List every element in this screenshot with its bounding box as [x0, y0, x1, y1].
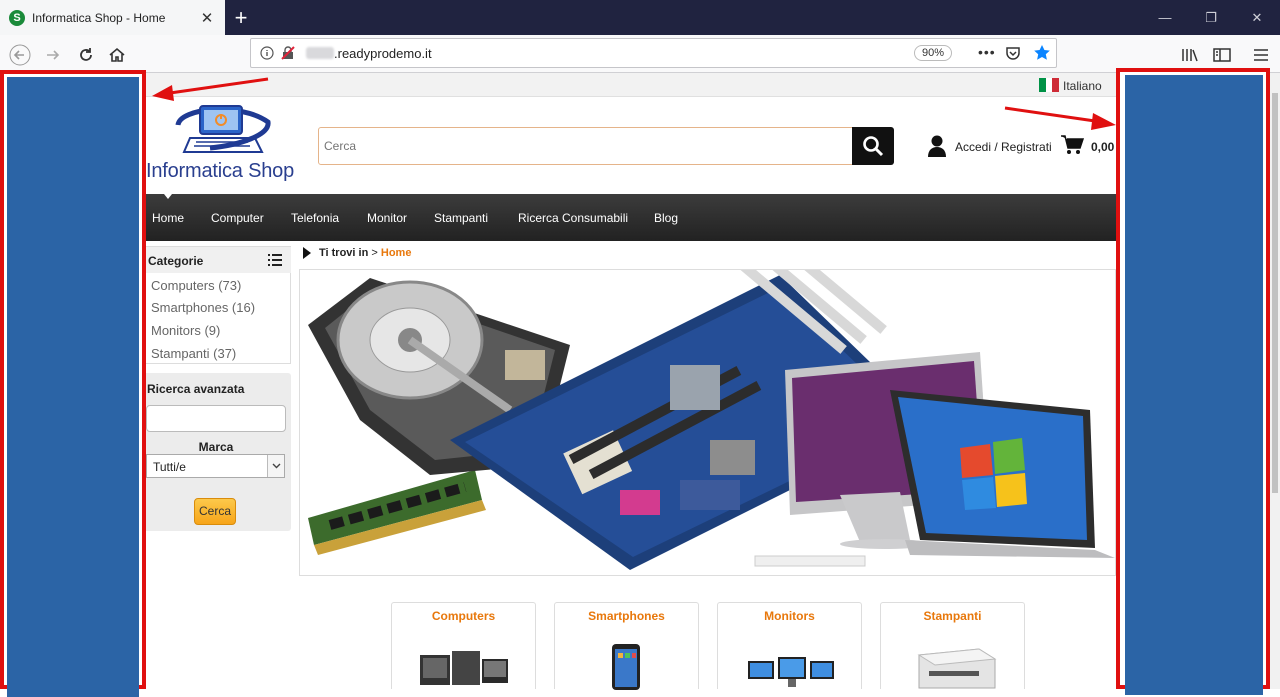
chevron-down-icon[interactable]: [267, 455, 284, 477]
reload-icon[interactable]: [73, 42, 99, 68]
scrollbar-thumb[interactable]: [1272, 93, 1278, 493]
category-card-computers[interactable]: Computers: [391, 602, 536, 689]
language-selector[interactable]: Italiano: [1063, 79, 1102, 93]
left-margin-highlight: [0, 70, 146, 697]
italian-flag-icon[interactable]: [1039, 78, 1060, 92]
category-stampanti[interactable]: Stampanti (37): [151, 346, 236, 361]
computers-illustration: [420, 651, 508, 685]
user-icon[interactable]: [926, 134, 948, 158]
page-scrollbar[interactable]: [1270, 73, 1280, 689]
active-caret-icon: [164, 194, 172, 199]
category-monitors[interactable]: Monitors (9): [151, 323, 220, 338]
back-icon[interactable]: [7, 42, 33, 68]
sidebar-toggle-icon[interactable]: [1209, 42, 1235, 68]
pocket-icon[interactable]: [1005, 45, 1021, 61]
library-icon[interactable]: [1177, 42, 1203, 68]
categories-title: Categorie: [148, 254, 204, 268]
tab-close-icon[interactable]: ✕: [197, 8, 217, 28]
browser-tab-bar: S Informatica Shop - Home ✕ + — ❐ ✕: [0, 0, 1280, 35]
laptop-illustration: [890, 390, 1115, 558]
menu-icon[interactable]: [1248, 42, 1274, 68]
advanced-search-button[interactable]: Cerca: [194, 498, 236, 525]
breadcrumb-arrow-icon: [303, 247, 311, 259]
breadcrumb: Ti trovi in > Home: [319, 247, 411, 259]
category-card-title: Computers: [431, 609, 496, 623]
zoom-level[interactable]: 90%: [914, 45, 952, 61]
category-card-title: Monitors: [764, 609, 815, 623]
login-register-link[interactable]: Accedi / Registrati: [955, 140, 1052, 154]
advanced-search-panel: Ricerca avanzata Marca Tutti/e Cerca: [146, 373, 291, 531]
smartphone-illustration: [612, 644, 640, 690]
nav-ricerca-consumabili[interactable]: Ricerca Consumabili: [518, 211, 628, 225]
nav-monitor[interactable]: Monitor: [367, 211, 407, 225]
insecure-lock-icon: [281, 46, 295, 60]
shop-logo-text[interactable]: Informatica Shop: [146, 160, 294, 183]
right-arrow-annotation-icon: [1004, 106, 1116, 130]
category-card-stampanti[interactable]: Stampanti: [880, 602, 1025, 689]
nav-computer[interactable]: Computer: [211, 211, 264, 225]
browser-tab-active[interactable]: S Informatica Shop - Home ✕: [0, 0, 225, 35]
ram-module-illustration: [308, 470, 486, 555]
breadcrumb-home-link[interactable]: Home: [381, 247, 412, 259]
site-search-button[interactable]: [852, 127, 894, 165]
address-bar[interactable]: .readyprodemo.it 90% •••: [250, 38, 1057, 68]
site-search-input[interactable]: [318, 127, 853, 165]
brand-select[interactable]: Tutti/e: [146, 454, 285, 478]
hero-banner-image[interactable]: [299, 269, 1116, 576]
site-favicon-icon: S: [9, 9, 25, 26]
left-margin-blue-fill: [7, 77, 139, 697]
category-card-smartphones[interactable]: Smartphones: [554, 602, 699, 690]
category-card-monitors[interactable]: Monitors: [717, 602, 862, 689]
close-window-icon[interactable]: ✕: [1234, 0, 1280, 35]
categories-panel: Categorie Computers (73) Smartphones (16…: [146, 246, 291, 364]
brand-select-value: Tutti/e: [153, 460, 186, 474]
page-actions-icon[interactable]: •••: [978, 44, 996, 60]
category-smartphones[interactable]: Smartphones (16): [151, 300, 255, 315]
home-icon[interactable]: [104, 42, 130, 68]
list-icon[interactable]: [268, 254, 282, 266]
bookmark-star-icon[interactable]: [1033, 44, 1051, 62]
brand-label: Marca: [198, 440, 234, 454]
category-card-title: Stampanti: [923, 609, 982, 623]
search-icon: [863, 136, 884, 157]
monitors-illustration: [748, 657, 834, 687]
right-margin-blue-fill: [1125, 75, 1263, 695]
printer-illustration: [917, 648, 997, 689]
main-navigation: Home Computer Telefonia Monitor Stampant…: [139, 194, 1116, 241]
breadcrumb-separator: >: [371, 247, 378, 259]
restore-icon[interactable]: ❐: [1188, 0, 1234, 35]
minimize-icon[interactable]: —: [1142, 0, 1188, 35]
redacted-subdomain: [306, 47, 334, 59]
right-margin-highlight: [1116, 68, 1270, 695]
forward-icon[interactable]: [40, 42, 66, 68]
tab-title: Informatica Shop - Home: [32, 10, 166, 25]
url-text: .readyprodemo.it: [334, 46, 432, 61]
nav-blog[interactable]: Blog: [654, 211, 678, 225]
nav-home[interactable]: Home: [152, 211, 184, 225]
categories-header: Categorie: [146, 247, 291, 273]
breadcrumb-prefix: Ti trovi in: [319, 247, 369, 259]
new-tab-icon[interactable]: +: [228, 5, 254, 31]
category-card-title: Smartphones: [588, 609, 665, 623]
left-arrow-annotation-icon: [152, 77, 269, 101]
cart-total[interactable]: 0,00: [1091, 140, 1114, 154]
language-bar: Italiano: [146, 73, 1116, 97]
cart-icon[interactable]: [1060, 134, 1085, 156]
category-computers[interactable]: Computers (73): [151, 278, 241, 293]
advanced-search-title: Ricerca avanzata: [147, 382, 245, 396]
browser-nav-bar: .readyprodemo.it 90% •••: [0, 35, 1280, 73]
nav-stampanti[interactable]: Stampanti: [434, 211, 488, 225]
nav-telefonia[interactable]: Telefonia: [291, 211, 339, 225]
site-info-icon[interactable]: [260, 46, 274, 60]
advanced-search-input[interactable]: [146, 405, 286, 432]
